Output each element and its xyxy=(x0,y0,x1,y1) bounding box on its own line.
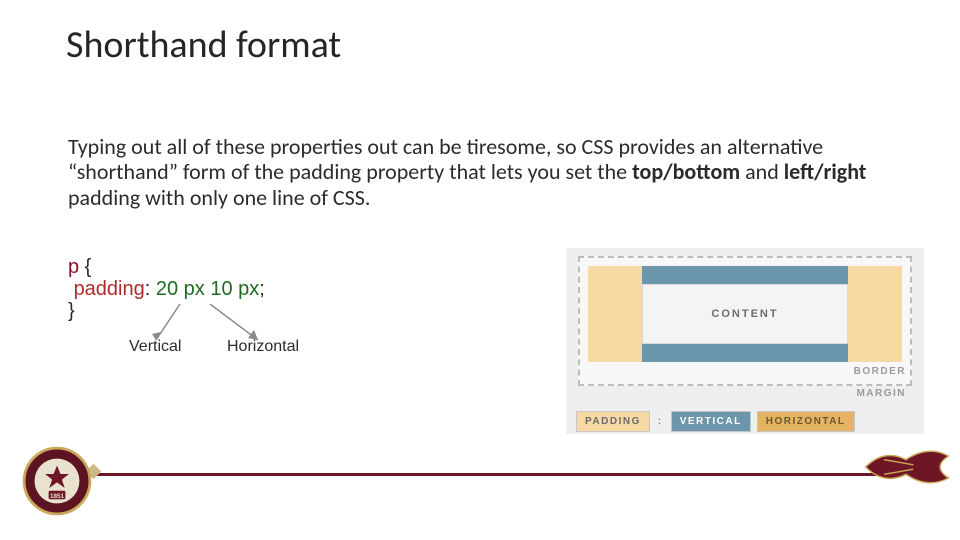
slide: Shorthand format Typing out all of these… xyxy=(0,0,960,540)
legend: PADDING : VERTICAL HORIZONTAL xyxy=(576,411,914,432)
code-value: 20 px 10 px xyxy=(156,278,259,300)
label-border: BORDER xyxy=(854,366,906,377)
code-colon: : xyxy=(145,278,156,300)
code-selector: p xyxy=(68,256,79,278)
annotation-horizontal: Horizontal xyxy=(227,338,299,356)
legend-chip-vertical: VERTICAL xyxy=(671,411,751,432)
code-line-2: padding: 20 px 10 px; xyxy=(68,278,265,300)
content-box: CONTENT xyxy=(642,284,848,344)
legend-chip-horizontal: HORIZONTAL xyxy=(757,411,855,432)
code-close-brace: } xyxy=(68,300,75,322)
seal-year: 1851 xyxy=(50,493,65,500)
code-open-brace: { xyxy=(79,256,91,278)
padding-box: CONTENT xyxy=(588,266,902,362)
fsu-seal-icon: 1851 xyxy=(22,446,92,516)
fsu-arrowhead-icon xyxy=(862,432,950,502)
code-snippet: p { padding: 20 px 10 px; } xyxy=(68,256,265,322)
box-model-diagram: CONTENT BORDER MARGIN PADDING : VERTICAL… xyxy=(566,248,924,434)
annotation-vertical: Vertical xyxy=(129,338,181,356)
label-margin: MARGIN xyxy=(856,388,906,399)
body-paragraph: Typing out all of these properties out c… xyxy=(68,134,868,210)
paragraph-bold-topbottom: top/bottom xyxy=(632,158,740,185)
code-line-1: p { xyxy=(68,256,265,278)
slide-title: Shorthand format xyxy=(66,22,341,68)
code-line-3: } xyxy=(68,300,265,322)
vertical-padding-bottom xyxy=(642,344,848,362)
paragraph-post: padding with only one line of CSS. xyxy=(68,184,370,211)
vertical-padding-top xyxy=(642,266,848,284)
paragraph-mid: and xyxy=(740,158,784,185)
legend-colon: : xyxy=(656,416,665,427)
code-semicolon: ; xyxy=(259,278,265,300)
paragraph-bold-leftright: left/right xyxy=(784,158,867,185)
footer-divider xyxy=(92,473,878,476)
legend-chip-padding: PADDING xyxy=(576,411,650,432)
code-prop: padding xyxy=(74,278,145,300)
